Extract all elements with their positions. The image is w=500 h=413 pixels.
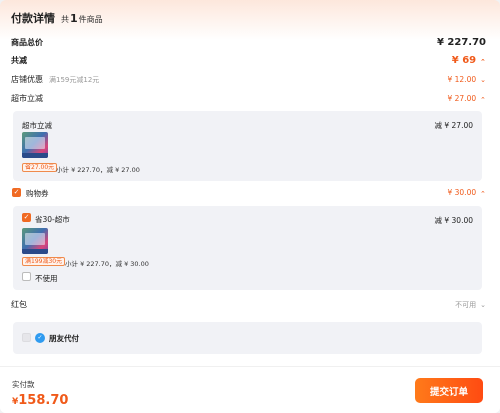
payment-details-panel: 付款详情 共1件商品 商品总价 ¥ 227.70 共减 ¥ 69 ⌄ 店铺优惠 满1… [0, 0, 500, 413]
not-use-checkbox[interactable] [22, 272, 31, 281]
chevron-down-icon[interactable]: ⌄ [480, 76, 486, 84]
market-box-tag: 省27.00元 [22, 163, 58, 172]
red-packet-label: 红包 [11, 300, 27, 309]
friend-pay-box[interactable]: ✓ 朋友代付 [13, 322, 482, 354]
total-price-label: 商品总价 [11, 38, 43, 47]
market-discount-value: ¥ 27.00 ⌄ [447, 94, 486, 103]
red-packet-value: 不可用 ⌄ [455, 300, 486, 309]
market-box-subtotal: 小计 ¥ 227.70，减 ¥ 27.00 [56, 166, 140, 174]
market-box-title: 超市立减 [22, 121, 52, 130]
coupon-option-value: 减 ¥ 30.00 [434, 216, 473, 225]
red-packet-row[interactable]: 红包 不可用 ⌄ [11, 299, 486, 310]
panel-title: 付款详情 [11, 12, 55, 25]
chevron-down-icon[interactable]: ⌄ [480, 301, 486, 309]
payment-footer: 实付款 ¥158.70 提交订单 [0, 366, 500, 413]
chevron-up-icon[interactable]: ⌄ [480, 57, 486, 65]
coupon-tag: 满199减30元 [22, 257, 66, 266]
coupon-option-label: 省30-超市 [35, 215, 70, 224]
total-price-row: 商品总价 ¥ 227.70 [11, 37, 486, 48]
coupon-subtotal: 小计 ¥ 227.70，减 ¥ 30.00 [65, 260, 149, 268]
shop-discount-value: ¥ 12.00 ⌄ [447, 75, 486, 84]
discount-row[interactable]: 共减 ¥ 69 ⌄ [11, 55, 486, 66]
shop-discount-note: 满159元减12元 [49, 76, 100, 84]
market-discount-row[interactable]: 超市立减 ¥ 27.00 ⌄ [11, 93, 486, 104]
panel-header: 付款详情 共1件商品 [11, 10, 103, 26]
coupon-checkbox[interactable]: ✓ [12, 188, 21, 197]
amount-due-value: ¥158.70 [12, 393, 69, 408]
friend-pay-label: 朋友代付 [49, 334, 79, 343]
coupon-option-checkbox[interactable]: ✓ [22, 213, 31, 222]
coupon-value[interactable]: ¥ 30.00 ⌄ [447, 188, 486, 197]
coupon-label: 购物券 [26, 189, 49, 198]
product-thumbnail[interactable] [22, 228, 48, 254]
chevron-up-icon[interactable]: ⌄ [480, 189, 486, 197]
market-box-value: 减 ¥ 27.00 [434, 121, 473, 130]
shop-discount-row[interactable]: 店铺优惠 满159元减12元 ¥ 12.00 ⌄ [11, 74, 486, 85]
market-discount-box: 超市立减 减 ¥ 27.00 省27.00元 小计 ¥ 227.70，减 ¥ 2… [13, 111, 482, 181]
market-discount-label: 超市立减 [11, 94, 43, 103]
submit-order-button[interactable]: 提交订单 [415, 378, 483, 403]
discount-label: 共减 [11, 56, 27, 65]
not-use-label: 不使用 [35, 274, 58, 283]
coupon-box: ✓ 省30-超市 减 ¥ 30.00 满199减30元 小计 ¥ 227.70，… [13, 206, 482, 290]
item-count: 共1件商品 [61, 12, 103, 25]
chevron-up-icon[interactable]: ⌄ [480, 95, 486, 103]
shop-discount-label: 店铺优惠 满159元减12元 [11, 75, 100, 84]
total-price-value: ¥ 227.70 [436, 37, 486, 48]
discount-value: ¥ 69 ⌄ [451, 55, 486, 66]
friend-pay-checkbox[interactable] [22, 333, 31, 342]
product-thumbnail[interactable] [22, 132, 48, 158]
friend-pay-icon: ✓ [35, 333, 45, 343]
